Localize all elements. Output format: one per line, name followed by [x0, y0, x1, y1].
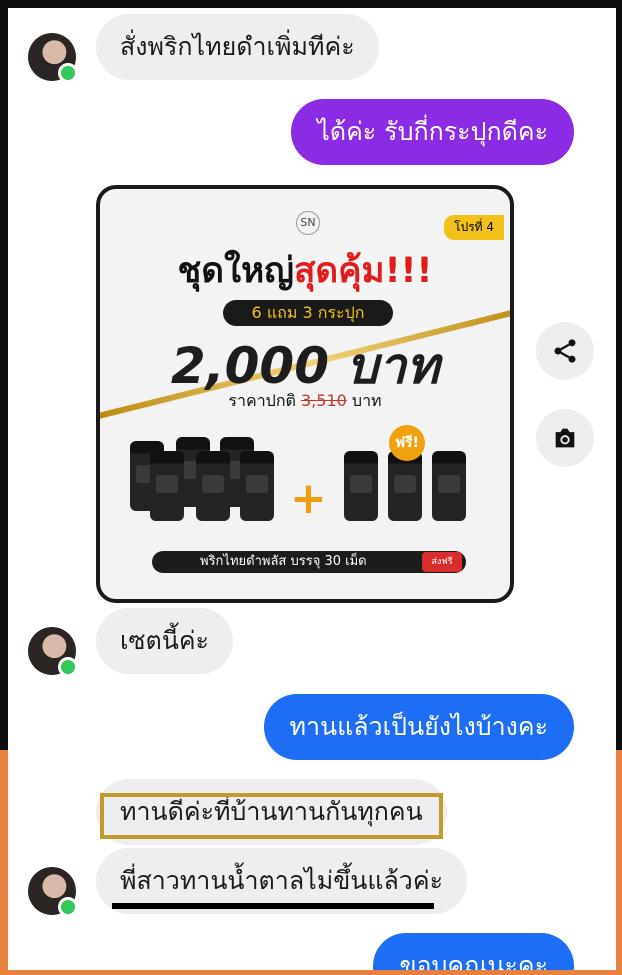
product-description: พริกไทยดำพลัส บรรจุ 30 เม็ด ส่งฟรี	[152, 551, 466, 573]
promo-title-part1: ชุดใหญ่	[177, 251, 294, 291]
online-status-dot	[58, 63, 78, 83]
promo-tag: โปรที่ 4	[444, 215, 504, 240]
message-bubble-sent[interactable]: ได้ค่ะ รับกี่กระปุกดีคะ	[291, 99, 574, 165]
camera-icon	[555, 428, 575, 448]
regular-price-label: ราคาปกติ	[228, 391, 296, 410]
product-description-text: พริกไทยดำพลัส บรรจุ 30 เม็ด	[200, 554, 367, 569]
product-jar	[196, 451, 230, 521]
product-jar	[240, 451, 274, 521]
share-icon	[554, 339, 576, 363]
free-product-jar	[432, 451, 466, 521]
message-text: ขอบคุณนะคะ	[399, 951, 548, 970]
brand-logo: SN	[296, 211, 320, 235]
message-bubble-received[interactable]: เซตนี้ค่ะ	[96, 608, 233, 674]
camera-button[interactable]	[536, 409, 594, 467]
message-text: เซตนี้ค่ะ	[120, 626, 209, 655]
regular-price-unit: บาท	[351, 391, 382, 410]
promo-title: ชุดใหญ่สุดคุ้ม!!!	[100, 243, 510, 298]
free-shipping-badge: ส่งฟรี	[422, 552, 462, 572]
free-product-jar	[388, 451, 422, 521]
share-button[interactable]	[536, 322, 594, 380]
sender-avatar[interactable]	[28, 33, 78, 83]
message-text: ได้ค่ะ รับกี่กระปุกดีคะ	[317, 117, 548, 146]
free-product-jar	[344, 451, 378, 521]
message-text: สั่งพริกไทยดำเพิ่มทีค่ะ	[120, 32, 355, 61]
online-status-dot	[58, 897, 78, 917]
sender-avatar[interactable]	[28, 867, 78, 917]
message-bubble-received[interactable]: สั่งพริกไทยดำเพิ่มทีค่ะ	[96, 14, 379, 80]
regular-price-value: 3,510	[301, 391, 347, 410]
product-jar	[150, 451, 184, 521]
message-bubble-sent[interactable]: ทานแล้วเป็นยังไงบ้างคะ	[263, 694, 574, 760]
highlight-box	[100, 793, 443, 839]
plus-icon: +	[290, 473, 327, 524]
free-badge: ฟรี!	[389, 425, 425, 461]
online-status-dot	[58, 657, 78, 677]
promo-offer: 6 แถม 3 กระปุก	[223, 300, 393, 326]
highlight-underline	[112, 903, 434, 909]
sender-avatar[interactable]	[28, 627, 78, 677]
regular-price-line: ราคาปกติ 3,510 บาท	[100, 389, 510, 414]
promo-image[interactable]: SN โปรที่ 4 ชุดใหญ่สุดคุ้ม!!! 6 แถม 3 กร…	[96, 185, 514, 603]
promo-title-part2: สุดคุ้ม!!!	[294, 251, 433, 291]
message-text: ทานแล้วเป็นยังไงบ้างคะ	[289, 712, 548, 741]
chat-thread[interactable]: สั่งพริกไทยดำเพิ่มทีค่ะ ได้ค่ะ รับกี่กระ…	[8, 8, 616, 970]
message-text: พี่สาวทานน้ำตาลไม่ขึ้นแล้วค่ะ	[120, 866, 443, 895]
message-bubble-sent[interactable]: ขอบคุณนะคะ	[373, 933, 574, 970]
